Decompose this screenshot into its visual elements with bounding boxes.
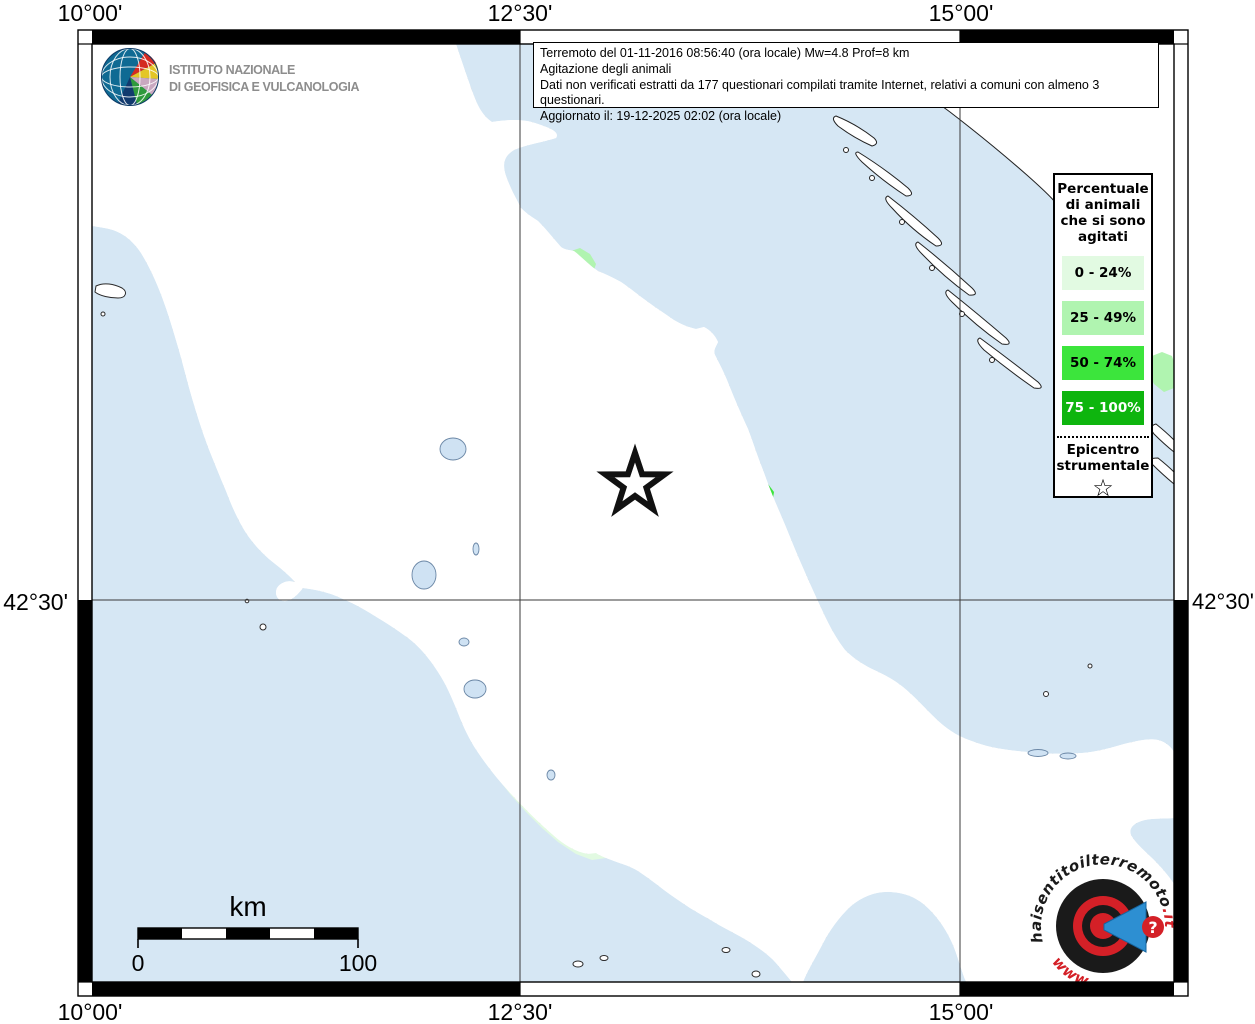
map-figure: 10°00' 12°30' 15°00' 10°00' 12°30' 15°00… — [0, 0, 1255, 1024]
legend-class-25-49: 25 - 49% — [1062, 301, 1144, 335]
ingv-name-line1: ISTITUTO NAZIONALE — [169, 63, 295, 77]
legend-title: Percentuale di animali che si sono agita… — [1057, 181, 1149, 245]
hsit-question-mark: ? — [1148, 918, 1157, 937]
scale-start-label: 0 — [132, 950, 145, 976]
scale-unit-label: km — [229, 891, 266, 922]
event-info-box: Terremoto del 01-11-2016 08:56:40 (ora l… — [533, 42, 1159, 123]
legend-class-75-100: 75 - 100% — [1062, 391, 1144, 425]
legend-class-0-24: 0 - 24% — [1062, 256, 1144, 290]
scale-end-label: 100 — [339, 950, 377, 976]
legend-box: Percentuale di animali che si sono agita… — [1053, 173, 1153, 502]
legend-epicenter-label: Epicentro strumentale — [1056, 442, 1150, 474]
event-source-line: Dati non verificati estratti da 177 ques… — [540, 77, 1100, 108]
ingv-name-line2: DI GEOFISICA E VULCANOLOGIA — [169, 80, 360, 94]
legend-epicenter-star-icon: ☆ — [1092, 474, 1114, 502]
legend-class-50-74: 50 - 74% — [1062, 346, 1144, 380]
legend-divider — [1057, 436, 1149, 438]
event-updated-line: Aggiornato il: 19-12-2025 02:02 (ora loc… — [540, 109, 782, 124]
event-title-line: Terremoto del 01-11-2016 08:56:40 (ora l… — [540, 46, 910, 60]
event-subject-line: Agitazione degli animali — [540, 61, 672, 76]
map-canvas: km 0 100 ISTITUTO NAZIONALE DI GEOFISICA… — [77, 29, 1189, 997]
